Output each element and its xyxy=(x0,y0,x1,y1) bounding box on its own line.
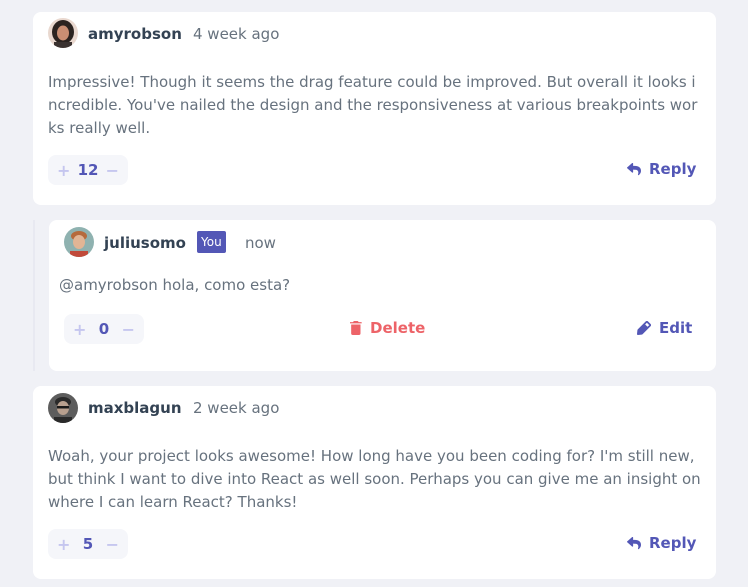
edit-button[interactable]: Edit xyxy=(637,319,692,337)
avatar xyxy=(48,393,78,423)
delete-label: Delete xyxy=(370,319,426,337)
comment-card: maxblagun 2 week ago Woah, your project … xyxy=(33,386,716,579)
username[interactable]: amyrobson xyxy=(88,25,182,43)
trash-icon xyxy=(350,321,362,335)
downvote-button[interactable]: − xyxy=(106,161,119,180)
edit-label: Edit xyxy=(659,319,693,337)
reply-button[interactable]: Reply xyxy=(627,534,696,552)
avatar xyxy=(48,18,78,48)
score: 5 xyxy=(82,535,94,553)
vote-control: + 12 − xyxy=(48,155,128,185)
reply-thread-line xyxy=(33,220,35,371)
username[interactable]: maxblagun xyxy=(88,399,182,417)
comment-body: Woah, your project looks awesome! How lo… xyxy=(48,447,701,511)
reply-card: juliusomo You now @amyrobson hola, como … xyxy=(49,220,716,371)
vote-control: + 5 − xyxy=(48,529,128,559)
reply-icon xyxy=(627,536,641,550)
timestamp: 4 week ago xyxy=(193,25,280,43)
score: 12 xyxy=(77,161,99,179)
avatar xyxy=(64,227,94,257)
delete-button[interactable]: Delete xyxy=(350,319,425,337)
comment-body: @amyrobson hola, como esta? xyxy=(59,276,291,294)
score: 0 xyxy=(98,320,110,338)
username[interactable]: juliusomo xyxy=(104,234,186,252)
downvote-button[interactable]: − xyxy=(122,320,135,339)
pencil-icon xyxy=(637,321,651,335)
timestamp: now xyxy=(245,234,276,252)
comment-body: Impressive! Though it seems the drag fea… xyxy=(48,73,698,137)
upvote-button[interactable]: + xyxy=(57,535,70,554)
downvote-button[interactable]: − xyxy=(106,535,119,554)
timestamp: 2 week ago xyxy=(193,399,280,417)
you-badge: You xyxy=(197,231,226,253)
reply-label: Reply xyxy=(649,160,697,178)
reply-label: Reply xyxy=(649,534,697,552)
comment-card: amyrobson 4 week ago Impressive! Though … xyxy=(33,12,716,205)
upvote-button[interactable]: + xyxy=(57,161,70,180)
vote-control: + 0 − xyxy=(64,314,144,344)
upvote-button[interactable]: + xyxy=(73,320,86,339)
reply-button[interactable]: Reply xyxy=(627,160,696,178)
reply-icon xyxy=(627,162,641,176)
